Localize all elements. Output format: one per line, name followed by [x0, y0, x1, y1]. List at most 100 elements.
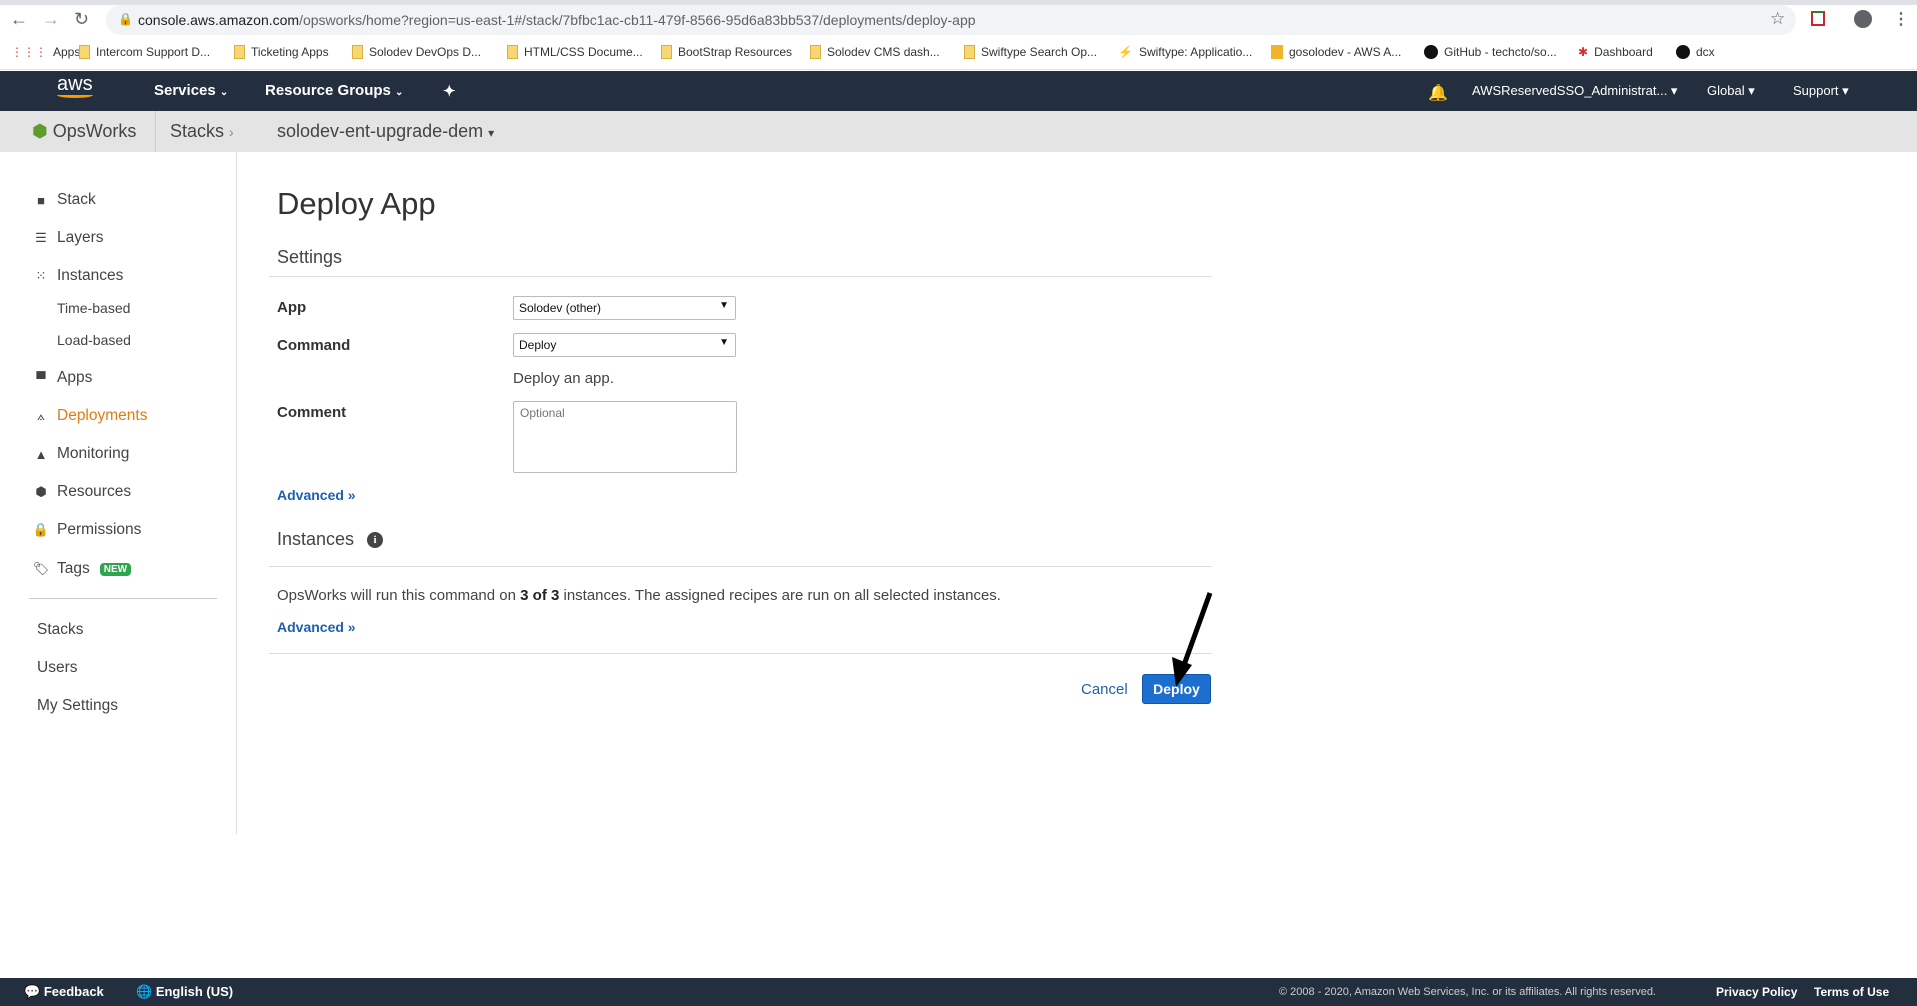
command-label: Command — [277, 337, 351, 354]
sidebar-item-monitoring[interactable]: ▲ Monitoring — [34, 445, 130, 463]
sidebar-item-deployments[interactable]: ⟑ Deployments — [34, 407, 147, 425]
bookmark[interactable]: dcx — [1676, 45, 1715, 59]
comment-textarea[interactable] — [513, 401, 737, 473]
label: Global — [1707, 83, 1745, 98]
breadcrumb-stacks[interactable]: Stacks › — [170, 121, 234, 142]
advanced-instances-link[interactable]: Advanced » — [277, 619, 356, 635]
sidebar-item-stack[interactable]: ■ Stack — [34, 191, 96, 209]
folder-icon — [234, 45, 245, 59]
command-select[interactable]: Deploy ▼ — [513, 333, 736, 357]
terms-of-use-link[interactable]: Terms of Use — [1814, 985, 1889, 999]
reload-icon[interactable]: ↻ — [74, 9, 89, 30]
advanced-settings-link[interactable]: Advanced » — [277, 487, 356, 503]
sidebar-item-time-based[interactable]: Time-based — [57, 300, 130, 316]
bookmark[interactable]: Solodev CMS dash... — [810, 45, 940, 59]
support-menu[interactable]: Support ▾ — [1793, 83, 1849, 99]
breadcrumb: ⬢ OpsWorks Stacks › solodev-ent-upgrade-… — [0, 111, 1917, 152]
cube-icon: ⬢ — [35, 484, 47, 499]
bookmark[interactable]: ⚡ Swiftype: Applicatio... — [1118, 45, 1252, 59]
bookmark[interactable]: gosolodev - AWS A... — [1271, 45, 1401, 59]
text: OpsWorks will run this command on — [277, 587, 521, 604]
feedback-link[interactable]: 💬 Feedback — [24, 984, 104, 1000]
menu-icon[interactable]: ⋮ — [1893, 9, 1909, 29]
breadcrumb-opsworks[interactable]: ⬢ OpsWorks — [32, 121, 136, 142]
label: Apps — [57, 369, 93, 386]
dashboard-icon: ✱ — [1578, 45, 1589, 59]
label: AWSReservedSSO_Administrat... — [1472, 83, 1668, 98]
region-menu[interactable]: Global ▾ — [1707, 83, 1755, 99]
chevron-down-icon: ⌄ — [395, 87, 404, 98]
chart-area-icon: ▲ — [34, 446, 48, 462]
resource-groups-menu[interactable]: Resource Groups ⌄ — [265, 82, 403, 99]
bookmark-apps[interactable]: ⋮⋮⋮ Apps — [11, 45, 80, 59]
lock-icon: 🔒 — [32, 522, 50, 537]
globe-icon: 🌐 — [136, 984, 153, 999]
sidebar-link-stacks[interactable]: Stacks — [37, 621, 84, 639]
bookmark-label: dcx — [1696, 45, 1715, 59]
new-badge: NEW — [99, 562, 132, 576]
extension-icon[interactable] — [1811, 11, 1825, 26]
sidebar-item-load-based[interactable]: Load-based — [57, 332, 131, 348]
square-icon: ■ — [37, 192, 45, 208]
github-icon — [1424, 45, 1438, 59]
bookmark-label: Swiftype Search Op... — [981, 45, 1098, 59]
divider — [269, 566, 1212, 567]
bookmark[interactable]: Intercom Support D... — [79, 45, 210, 59]
sidebar-item-tags[interactable]: 🏷 Tags NEW — [33, 560, 132, 578]
bookmark[interactable]: Swiftype Search Op... — [964, 45, 1097, 59]
bookmark-label: Dashboard — [1594, 45, 1653, 59]
app-select[interactable]: Solodev (other) ▼ — [513, 296, 736, 320]
aws-top-nav: aws Services ⌄ Resource Groups ⌄ ✦ 🔔 AWS… — [0, 71, 1917, 111]
sidebar-item-permissions[interactable]: 🔒 Permissions — [32, 521, 142, 539]
stack-selector[interactable]: solodev-ent-upgrade-dem ▾ — [277, 121, 494, 142]
privacy-policy-link[interactable]: Privacy Policy — [1716, 985, 1797, 999]
forward-icon[interactable]: → — [42, 9, 60, 30]
label: Stacks — [170, 121, 225, 141]
bookmark[interactable]: HTML/CSS Docume... — [507, 45, 643, 59]
divider — [269, 653, 1212, 654]
profile-icon[interactable] — [1854, 10, 1872, 28]
info-icon[interactable]: i — [367, 532, 383, 548]
sidebar-divider — [29, 598, 217, 599]
language-selector[interactable]: 🌐 English (US) — [136, 984, 233, 1000]
sidebar-item-instances[interactable]: ⁙ Instances — [34, 267, 124, 285]
bookmark-label: Intercom Support D... — [96, 45, 211, 59]
speech-bubble-icon: 💬 — [24, 984, 41, 999]
deployments-icon: ⟑ — [37, 408, 45, 423]
folder-icon — [352, 45, 363, 59]
label: Tags — [57, 560, 90, 577]
folder-icon — [507, 45, 518, 59]
bookmark[interactable]: BootStrap Resources — [661, 45, 792, 59]
sidebar-link-my-settings[interactable]: My Settings — [37, 697, 118, 715]
sidebar-item-layers[interactable]: ☰ Layers — [34, 229, 103, 247]
bookmark[interactable]: Solodev DevOps D... — [352, 45, 481, 59]
bookmark[interactable]: ✱ Dashboard — [1578, 45, 1653, 59]
bookmark-label: GitHub - techcto/so... — [1444, 45, 1557, 59]
account-menu[interactable]: AWSReservedSSO_Administrat... ▾ — [1472, 83, 1677, 99]
bookmark[interactable]: Ticketing Apps — [234, 45, 329, 59]
bookmark[interactable]: GitHub - techcto/so... — [1424, 45, 1557, 59]
arrow-shaft — [1181, 592, 1213, 666]
app-window-icon: ▀ — [36, 370, 46, 386]
bell-icon[interactable]: 🔔 — [1428, 83, 1448, 103]
sidebar-link-users[interactable]: Users — [37, 659, 77, 677]
star-icon[interactable]: ☆ — [1770, 9, 1785, 29]
bookmark-label: BootStrap Resources — [678, 45, 793, 59]
bookmark-label: Ticketing Apps — [251, 45, 329, 59]
aws-logo[interactable]: aws — [57, 73, 93, 98]
bookmark-label: Solodev CMS dash... — [827, 45, 940, 59]
chevron-right-icon: › — [229, 124, 234, 140]
url-text[interactable]: console.aws.amazon.com/opsworks/home?reg… — [138, 12, 976, 28]
selected-value: Deploy — [519, 338, 557, 352]
bookmarks-bar: ⋮⋮⋮ Apps Intercom Support D... Ticketing … — [0, 36, 1917, 70]
pin-icon[interactable]: ✦ — [443, 82, 456, 100]
settings-heading: Settings — [277, 247, 343, 267]
services-menu[interactable]: Services ⌄ — [154, 82, 228, 99]
cancel-button[interactable]: Cancel — [1081, 681, 1128, 698]
instances-heading: Instances — [277, 529, 355, 549]
sidebar-item-apps[interactable]: ▀ Apps — [34, 369, 92, 387]
sidebar-item-resources[interactable]: ⬢ Resources — [34, 483, 131, 501]
label: Support — [1793, 83, 1839, 98]
label: Monitoring — [57, 445, 130, 462]
back-icon[interactable]: ← — [10, 9, 28, 30]
